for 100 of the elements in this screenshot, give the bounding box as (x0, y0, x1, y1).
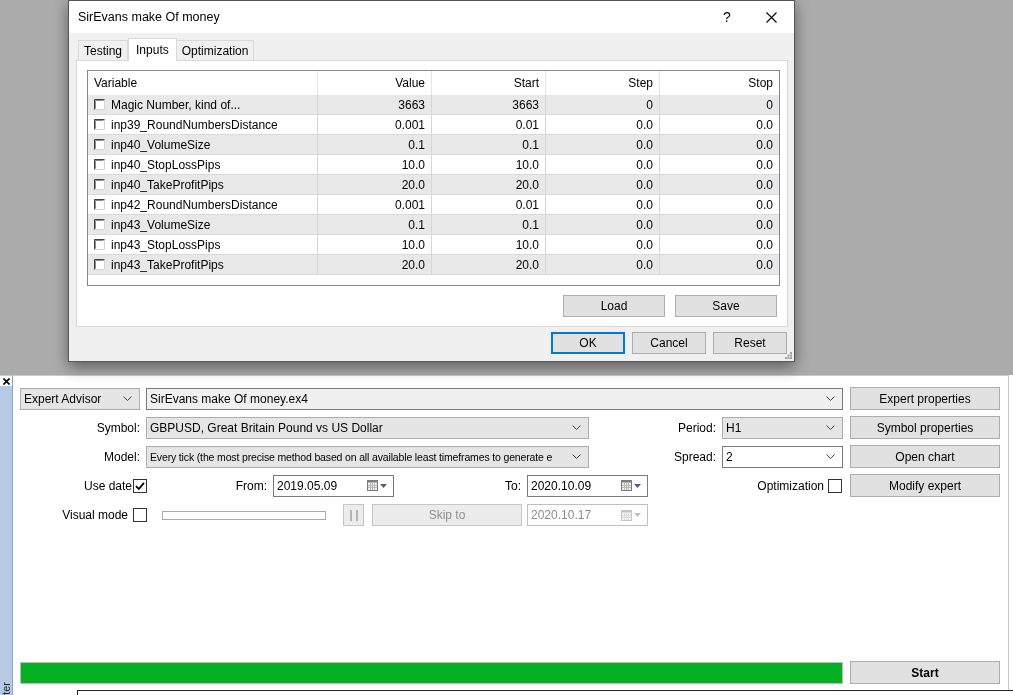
table-cell: 3663 (318, 95, 432, 114)
table-cell-text: 0.0 (755, 236, 774, 254)
table-cell: 0.1 (432, 215, 546, 234)
checkbox[interactable] (94, 199, 105, 210)
checkbox[interactable] (133, 478, 147, 493)
checkbox[interactable] (828, 478, 842, 493)
model-dropdown[interactable]: Every tick (the most precise method based on all available least timeframes to generate e (146, 445, 589, 468)
table-button[interactable]: Load (563, 295, 665, 317)
table-cell: 0.1 (318, 135, 432, 154)
resize-grip-icon[interactable] (785, 352, 792, 359)
table-cell: 0.01 (432, 115, 546, 134)
caret-icon (380, 483, 387, 488)
table-row[interactable]: inp43_TakeProfitPips 20.0 20.0 0.0 0.0 (88, 255, 779, 275)
slider-track[interactable] (162, 510, 326, 520)
table-cell: 20.0 (432, 175, 546, 194)
table-cell-text: 0.0 (755, 256, 774, 274)
chevron-down-icon (572, 454, 581, 459)
calendar-icon (621, 480, 632, 491)
field-label: Visual mode (62, 508, 128, 522)
side-button[interactable]: Modify expert (850, 474, 1000, 497)
table-cell: 0.0 (546, 175, 660, 194)
checkbox[interactable] (94, 259, 105, 270)
chevron-down-icon (826, 396, 835, 401)
checkbox[interactable] (94, 219, 105, 230)
checkbox[interactable] (94, 159, 105, 170)
field-label: Spread: (673, 449, 716, 464)
side-button[interactable]: Symbol properties (850, 416, 1000, 439)
table-cell: 0.0 (546, 235, 660, 254)
chevron-down-icon (123, 396, 132, 401)
close-icon[interactable] (2, 377, 10, 385)
chevron-down-icon (826, 454, 835, 459)
start-button[interactable]: Start (850, 661, 1000, 684)
checkbox[interactable] (133, 508, 147, 522)
dialog-button[interactable]: Reset (713, 332, 787, 354)
table-cell: 0.0 (546, 195, 660, 214)
table-cell: 0.0 (546, 155, 660, 174)
table-cell-text: 0.0 (755, 176, 774, 194)
field-label: Period: (677, 420, 716, 435)
expert-type-dropdown[interactable]: Expert Advisor (20, 387, 140, 410)
symbol-dropdown[interactable]: GBPUSD, Great Britain Pound vs US Dollar (146, 416, 589, 439)
checkbox[interactable] (94, 99, 105, 110)
field-label: Model: (103, 449, 140, 464)
dialog-button[interactable]: Cancel (632, 332, 706, 354)
table-cell-text: 0.0 (755, 196, 774, 214)
field-label: Symbol: (96, 420, 140, 435)
field-label: From: (235, 478, 267, 493)
tab[interactable]: Inputs (128, 38, 177, 61)
checkbox[interactable] (94, 239, 105, 250)
expert-file-dropdown[interactable]: SirEvans make Of money.ex4 (146, 387, 843, 410)
side-tab[interactable]: ter (0, 682, 12, 695)
variable-name: Magic Number, kind of... (111, 97, 241, 112)
side-button[interactable]: Expert properties (850, 387, 1000, 410)
table-row[interactable]: inp42_RoundNumbersDistance 0.001 0.01 0.0 0.0 (88, 195, 779, 215)
tab[interactable]: Optimization (175, 40, 255, 60)
close-icon (765, 11, 777, 23)
field-label: To: (505, 478, 521, 493)
table-row[interactable]: inp40_VolumeSize 0.1 0.1 0.0 0.0 (88, 135, 779, 155)
date-field[interactable]: 2020.10.09 (527, 474, 648, 497)
table-cell: 0.0 (546, 135, 660, 154)
table-button[interactable]: Save (675, 295, 777, 317)
date-field[interactable]: 2019.05.09 (273, 474, 394, 497)
column-header[interactable]: Stop (660, 71, 779, 95)
variable-name: inp39_RoundNumbersDistance (111, 117, 278, 132)
table-cell: 10.0 (318, 155, 432, 174)
calendar-icon (367, 480, 378, 491)
table-cell: 0.1 (318, 215, 432, 234)
tab[interactable]: Testing (78, 40, 129, 60)
side-button[interactable]: Open chart (850, 445, 1000, 468)
table-cell: 0.0 (546, 215, 660, 234)
table-cell: 3663 (432, 95, 546, 114)
variable-name: inp43_StopLossPips (111, 237, 221, 252)
period-dropdown[interactable]: H1 (722, 416, 843, 439)
caret-icon (634, 483, 641, 488)
table-cell: 0.001 (318, 115, 432, 134)
table-cell: 0.01 (432, 195, 546, 214)
variable-name: inp43_TakeProfitPips (111, 257, 224, 272)
table-row[interactable]: Magic Number, kind of... 3663 3663 0 0 (88, 95, 779, 115)
table-cell-text: 0.0 (755, 136, 774, 154)
caret-icon (634, 513, 641, 517)
table-cell: 20.0 (432, 255, 546, 274)
help-button[interactable]: ? (717, 7, 737, 27)
variable-name: inp43_VolumeSize (111, 217, 211, 232)
pause-icon (349, 509, 358, 521)
chevron-down-icon (572, 425, 581, 430)
table-cell: 10.0 (432, 155, 546, 174)
spread-dropdown[interactable]: 2 (722, 445, 843, 468)
checkbox[interactable] (94, 139, 105, 150)
dialog-button[interactable]: OK (551, 332, 625, 354)
table-row[interactable]: inp40_TakeProfitPips 20.0 20.0 0.0 0.0 (88, 175, 779, 195)
checkbox[interactable] (94, 179, 105, 190)
variable-name: inp40_VolumeSize (111, 137, 211, 152)
table-row[interactable]: inp43_StopLossPips 10.0 10.0 0.0 0.0 (88, 235, 779, 255)
table-row[interactable]: inp39_RoundNumbersDistance 0.001 0.01 0.0 0.0 (88, 115, 779, 135)
table-row[interactable]: inp40_StopLossPips 10.0 10.0 0.0 0.0 (88, 155, 779, 175)
checkbox[interactable] (94, 119, 105, 130)
window-title: SirEvans make Of money (78, 10, 220, 24)
table-cell-text: 0.0 (755, 156, 774, 174)
table-cell: 20.0 (318, 255, 432, 274)
table-cell: 0.0 (546, 115, 660, 134)
table-row[interactable]: inp43_VolumeSize 0.1 0.1 0.0 0.0 (88, 215, 779, 235)
